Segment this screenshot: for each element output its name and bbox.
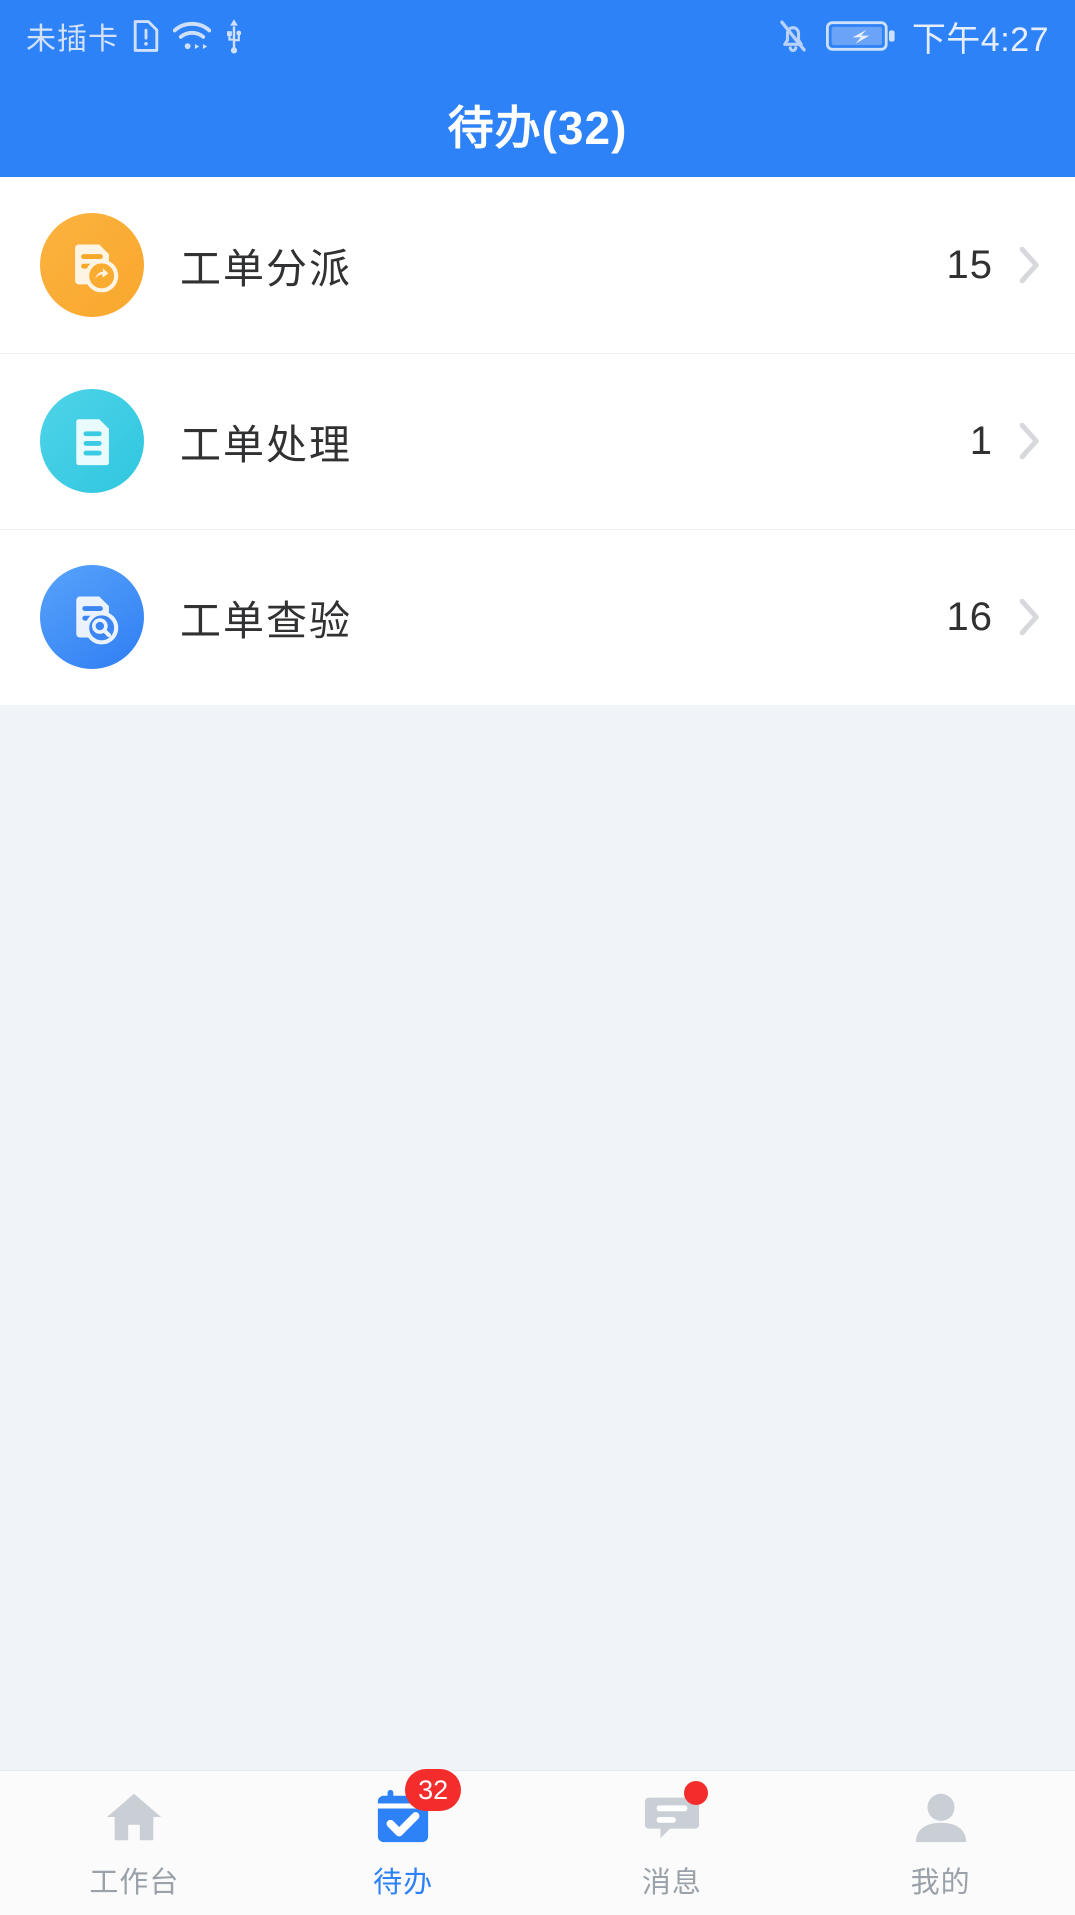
message-icon: [638, 1781, 708, 1849]
list-item[interactable]: 工单查验 16: [0, 529, 1075, 705]
list-item-count: 16: [946, 594, 993, 639]
list-item-count: 15: [946, 242, 993, 287]
tab-workbench[interactable]: 工作台: [0, 1771, 269, 1915]
work-order-inspect-icon: [40, 565, 144, 669]
tab-messages[interactable]: 消息: [538, 1771, 807, 1915]
tab-label: 待办: [373, 1867, 434, 1899]
tab-todo[interactable]: 32 待办: [269, 1769, 538, 1915]
tab-label: 我的: [910, 1867, 971, 1899]
battery-charging-icon: [825, 19, 896, 53]
calendar-check-icon: 32: [369, 1769, 462, 1849]
status-bar-right: 下午4:27: [776, 12, 1049, 61]
bottom-tab-bar: 工作台 32 待办 消息 我的: [0, 1769, 1075, 1915]
carrier-label: 未插卡: [26, 23, 119, 56]
page-title: 待办(32): [447, 101, 628, 154]
person-icon: [907, 1785, 975, 1849]
chevron-right-icon: [1019, 422, 1041, 460]
list-item-count: 1: [969, 418, 993, 463]
sim-alert-icon: [131, 18, 161, 54]
work-order-assign-icon: [40, 213, 144, 317]
app-screen: 未插卡 下午4:27 待办(32) 工单分派 15 工单处理 1 工单查验 16…: [0, 0, 1075, 1915]
list-item-label: 工单分派: [180, 246, 352, 292]
list-item-label: 工单查验: [180, 598, 352, 644]
status-bar-left: 未插卡: [26, 14, 245, 58]
content-empty-area: [0, 705, 1075, 1770]
app-header: 待办(32): [0, 72, 1075, 177]
bell-muted-icon: [776, 18, 810, 54]
tab-label: 消息: [641, 1867, 702, 1899]
tab-badge-dot: [683, 1781, 708, 1805]
list-item[interactable]: 工单分派 15: [0, 177, 1075, 353]
chevron-right-icon: [1019, 246, 1041, 284]
list-item[interactable]: 工单处理 1: [0, 353, 1075, 529]
tab-profile[interactable]: 我的: [806, 1771, 1075, 1915]
list-item-label: 工单处理: [180, 422, 352, 468]
work-order-process-icon: [40, 389, 144, 493]
tab-label: 工作台: [89, 1867, 180, 1899]
todo-list: 工单分派 15 工单处理 1 工单查验 16: [0, 177, 1075, 705]
home-icon: [100, 1785, 168, 1849]
tab-badge-count: 32: [405, 1769, 462, 1811]
status-bar-clock: 下午4:27: [911, 20, 1049, 59]
status-bar: 未插卡 下午4:27: [0, 0, 1075, 72]
usb-icon: [223, 18, 245, 54]
chevron-right-icon: [1019, 598, 1041, 636]
wifi-icon: [173, 20, 211, 52]
